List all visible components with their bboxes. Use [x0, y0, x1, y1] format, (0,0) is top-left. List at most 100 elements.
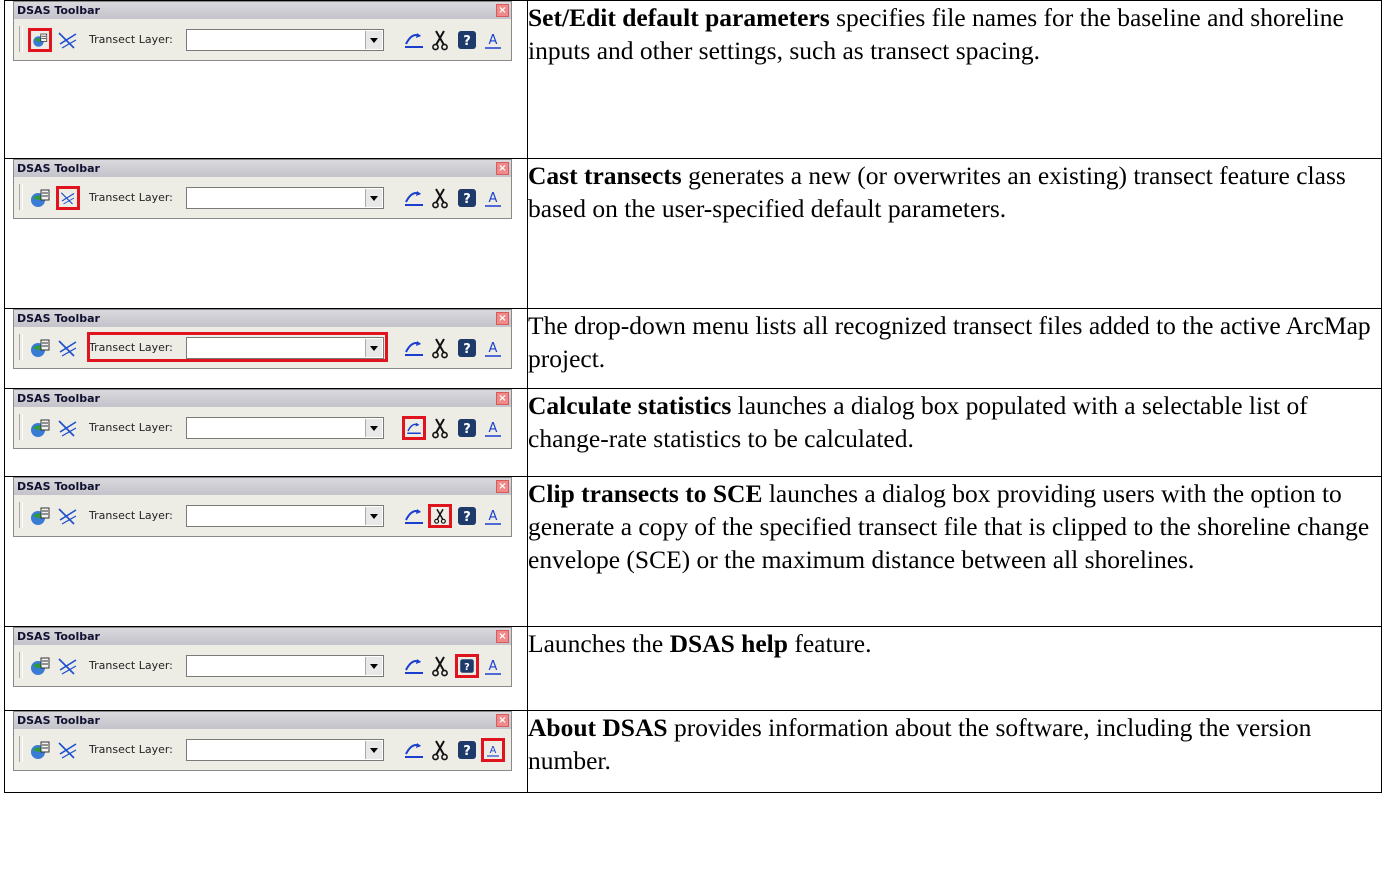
toolbar-grip[interactable]: [19, 502, 23, 528]
chevron-down-icon[interactable]: [365, 657, 382, 675]
calculate-statistics-icon[interactable]: [402, 28, 426, 52]
cast-transects-icon[interactable]: [56, 336, 80, 360]
cast-transects-icon[interactable]: [56, 504, 80, 528]
toolbar-grip[interactable]: [19, 736, 23, 762]
set-edit-parameters-icon[interactable]: [28, 738, 52, 762]
about-icon[interactable]: A: [481, 504, 505, 528]
about-icon[interactable]: A: [481, 738, 505, 762]
toolbar-grip[interactable]: [19, 414, 23, 440]
description-text: feature.: [787, 629, 872, 658]
set-edit-parameters-icon[interactable]: [28, 504, 52, 528]
dsas-toolbar: DSAS Toolbar × Transect Layer:? A: [13, 389, 512, 449]
highlight-box: [87, 332, 388, 362]
svg-text:A: A: [490, 745, 497, 756]
help-icon[interactable]: ?: [455, 504, 479, 528]
clip-transects-icon[interactable]: [428, 336, 452, 360]
calculate-statistics-icon[interactable]: [402, 738, 426, 762]
clip-transects-icon[interactable]: [428, 504, 452, 528]
clip-transects-icon[interactable]: [428, 654, 452, 678]
about-icon[interactable]: A: [481, 336, 505, 360]
set-edit-parameters-icon[interactable]: [28, 186, 52, 210]
table-row: DSAS Toolbar × Transect Layer:? A Calculate …: [4, 388, 1382, 477]
tool-name: Cast transects: [528, 161, 682, 190]
help-icon[interactable]: ?: [455, 186, 479, 210]
close-icon[interactable]: ×: [496, 714, 509, 727]
help-icon[interactable]: ?: [455, 654, 479, 678]
close-icon[interactable]: ×: [496, 392, 509, 405]
transect-layer-dropdown[interactable]: [186, 417, 384, 439]
transect-layer-dropdown[interactable]: [186, 187, 384, 209]
transect-layer-dropdown[interactable]: [186, 29, 384, 51]
toolbar-screenshot-cell: DSAS Toolbar × Transect Layer:? A: [4, 308, 528, 389]
toolbar-grip[interactable]: [19, 334, 23, 360]
dsas-toolbar: DSAS Toolbar × Transect Layer:? A: [13, 627, 512, 687]
about-icon[interactable]: A: [481, 416, 505, 440]
transect-layer-dropdown[interactable]: [186, 739, 384, 761]
set-edit-parameters-icon[interactable]: [28, 336, 52, 360]
cast-transects-icon[interactable]: [56, 186, 80, 210]
cast-transects-icon[interactable]: [56, 738, 80, 762]
help-icon[interactable]: ?: [455, 336, 479, 360]
toolbar-title: DSAS Toolbar ×: [14, 712, 511, 729]
cast-transects-icon[interactable]: [56, 654, 80, 678]
toolbar-title: DSAS Toolbar ×: [14, 478, 511, 495]
calculate-statistics-icon[interactable]: [402, 416, 426, 440]
table-row: DSAS Toolbar × Transect Layer:? A Cast trans…: [4, 158, 1382, 309]
svg-text:?: ?: [463, 34, 471, 49]
transect-layer-dropdown[interactable]: [186, 505, 384, 527]
table-row: DSAS Toolbar × Transect Layer:? A Set/Edit d…: [4, 0, 1382, 159]
toolbar-grip[interactable]: [19, 652, 23, 678]
toolbar-screenshot-cell: DSAS Toolbar × Transect Layer:? A: [4, 710, 528, 793]
tool-name: Calculate statistics: [528, 391, 732, 420]
calculate-statistics-icon[interactable]: [402, 654, 426, 678]
cast-transects-icon[interactable]: [56, 28, 80, 52]
svg-text:A: A: [489, 191, 498, 206]
transect-layer-dropdown[interactable]: [186, 655, 384, 677]
help-icon[interactable]: ?: [455, 738, 479, 762]
chevron-down-icon[interactable]: [365, 507, 382, 525]
description-cell: Set/Edit default parameters specifies fi…: [527, 0, 1382, 159]
svg-text:?: ?: [463, 342, 471, 357]
transect-layer-label: Transect Layer:: [89, 191, 173, 204]
clip-transects-icon[interactable]: [428, 416, 452, 440]
toolbar-screenshot-cell: DSAS Toolbar × Transect Layer:? A: [4, 0, 528, 159]
close-icon[interactable]: ×: [496, 4, 509, 17]
clip-transects-icon[interactable]: [428, 738, 452, 762]
chevron-down-icon[interactable]: [365, 31, 382, 49]
toolbar-title-text: DSAS Toolbar: [17, 4, 100, 17]
toolbar-title-text: DSAS Toolbar: [17, 630, 100, 643]
dsas-toolbar: DSAS Toolbar × Transect Layer:? A: [13, 309, 512, 369]
chevron-down-icon[interactable]: [365, 741, 382, 759]
transect-layer-label: Transect Layer:: [89, 743, 173, 756]
about-icon[interactable]: A: [481, 28, 505, 52]
svg-text:?: ?: [463, 192, 471, 207]
calculate-statistics-icon[interactable]: [402, 504, 426, 528]
set-edit-parameters-icon[interactable]: [28, 28, 52, 52]
help-icon[interactable]: ?: [455, 28, 479, 52]
toolbar-body: Transect Layer:? A: [14, 495, 511, 536]
calculate-statistics-icon[interactable]: [402, 336, 426, 360]
description-text: The drop-down menu lists all recognized …: [528, 311, 1371, 373]
about-icon[interactable]: A: [481, 186, 505, 210]
close-icon[interactable]: ×: [496, 480, 509, 493]
description-prefix: Launches the: [528, 629, 670, 658]
toolbar-screenshot-cell: DSAS Toolbar × Transect Layer:? A: [4, 626, 528, 711]
clip-transects-icon[interactable]: [428, 186, 452, 210]
chevron-down-icon[interactable]: [365, 189, 382, 207]
help-icon[interactable]: ?: [455, 416, 479, 440]
toolbar-grip[interactable]: [19, 184, 23, 210]
chevron-down-icon[interactable]: [365, 419, 382, 437]
svg-text:?: ?: [463, 510, 471, 525]
set-edit-parameters-icon[interactable]: [28, 416, 52, 440]
toolbar-grip[interactable]: [19, 26, 23, 52]
about-icon[interactable]: A: [481, 654, 505, 678]
cast-transects-icon[interactable]: [56, 416, 80, 440]
svg-text:A: A: [489, 659, 498, 674]
clip-transects-icon[interactable]: [428, 28, 452, 52]
set-edit-parameters-icon[interactable]: [28, 654, 52, 678]
toolbar-title-text: DSAS Toolbar: [17, 162, 100, 175]
close-icon[interactable]: ×: [496, 312, 509, 325]
close-icon[interactable]: ×: [496, 630, 509, 643]
close-icon[interactable]: ×: [496, 162, 509, 175]
calculate-statistics-icon[interactable]: [402, 186, 426, 210]
